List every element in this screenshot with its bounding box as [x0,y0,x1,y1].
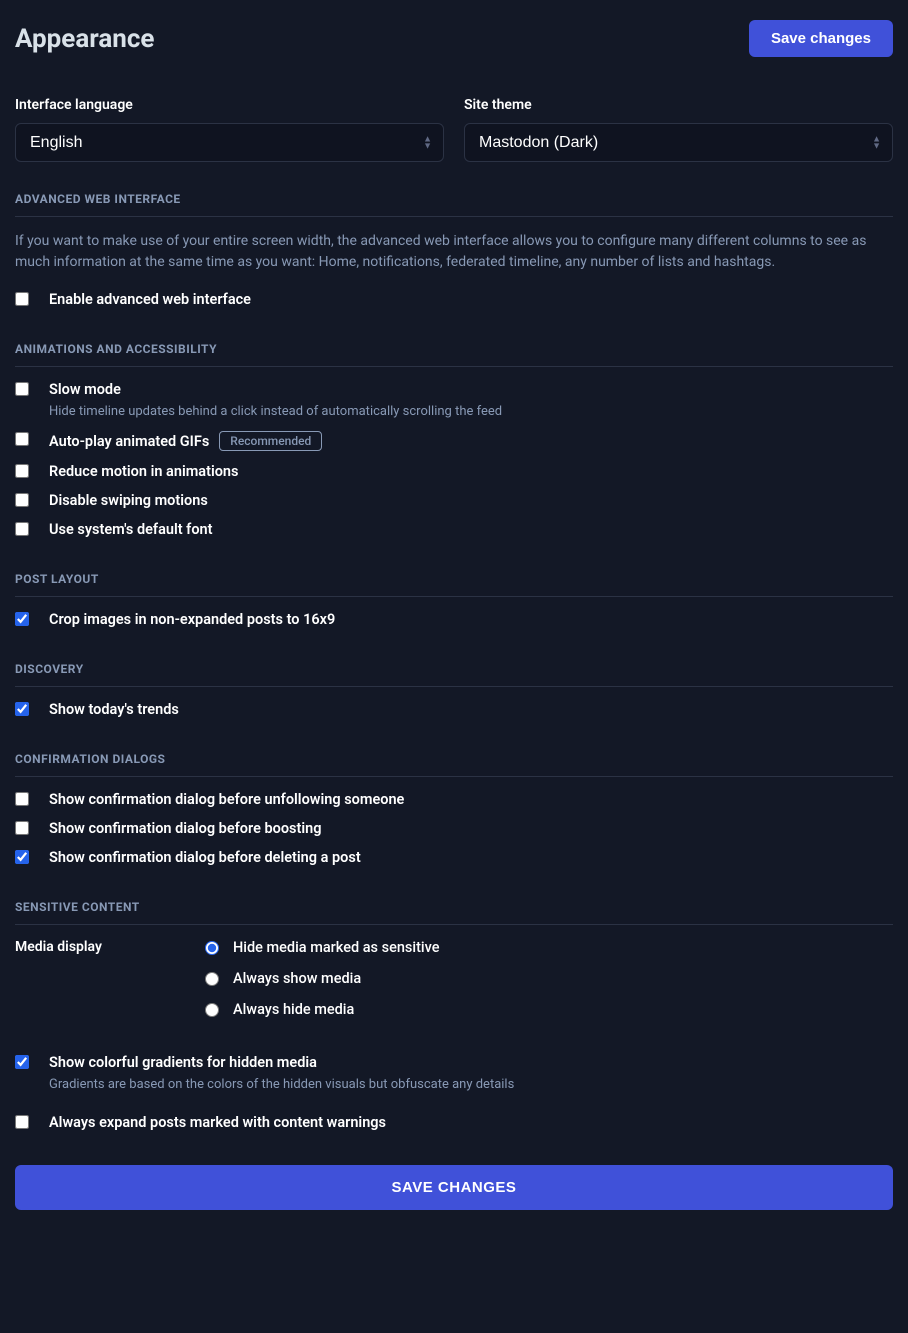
media-display-hide-radio[interactable] [205,941,219,955]
enable-advanced-checkbox[interactable] [15,292,29,306]
expand-cw-label: Always expand posts marked with content … [49,1114,386,1131]
auto-play-gifs-checkbox[interactable] [15,432,29,446]
confirm-unfollow-label: Show confirmation dialog before unfollow… [49,791,404,808]
slow-mode-label: Slow mode [49,381,121,398]
media-display-label: Media display [15,939,145,955]
media-display-hide-label[interactable]: Hide media marked as sensitive [233,939,439,956]
show-trends-label: Show today's trends [49,701,179,718]
confirm-delete-checkbox[interactable] [15,850,29,864]
crop-images-checkbox[interactable] [15,612,29,626]
page-title: Appearance [15,24,154,54]
colorful-gradients-hint: Gradients are based on the colors of the… [49,1077,893,1092]
media-display-hideall-label[interactable]: Always hide media [233,1001,354,1018]
disable-swipe-checkbox[interactable] [15,493,29,507]
section-header-advanced: ADVANCED WEB INTERFACE [15,192,893,217]
system-font-label: Use system's default font [49,521,213,538]
site-theme-select[interactable]: Mastodon (Dark) [464,123,893,162]
confirm-unfollow-checkbox[interactable] [15,792,29,806]
section-header-post-layout: POST LAYOUT [15,572,893,597]
site-theme-label: Site theme [464,97,893,113]
crop-images-label: Crop images in non-expanded posts to 16x… [49,611,335,628]
auto-play-gifs-label: Auto-play animated GIFs [49,433,209,450]
reduce-motion-label: Reduce motion in animations [49,463,239,480]
section-header-discovery: DISCOVERY [15,662,893,687]
section-header-animations: ANIMATIONS AND ACCESSIBILITY [15,342,893,367]
advanced-description: If you want to make use of your entire s… [15,231,893,273]
confirm-boost-checkbox[interactable] [15,821,29,835]
reduce-motion-checkbox[interactable] [15,464,29,478]
section-header-sensitive: SENSITIVE CONTENT [15,900,893,925]
enable-advanced-label: Enable advanced web interface [49,291,251,308]
colorful-gradients-checkbox[interactable] [15,1055,29,1069]
media-display-hideall-radio[interactable] [205,1003,219,1017]
system-font-checkbox[interactable] [15,522,29,536]
disable-swipe-label: Disable swiping motions [49,492,208,509]
interface-language-label: Interface language [15,97,444,113]
show-trends-checkbox[interactable] [15,702,29,716]
slow-mode-hint: Hide timeline updates behind a click ins… [49,404,893,419]
recommended-badge: Recommended [219,431,322,451]
colorful-gradients-label: Show colorful gradients for hidden media [49,1054,317,1071]
section-header-confirmation: CONFIRMATION DIALOGS [15,752,893,777]
save-changes-button-top[interactable]: Save changes [749,20,893,57]
media-display-show-label[interactable]: Always show media [233,970,361,987]
save-changes-button-bottom[interactable]: SAVE CHANGES [15,1165,893,1210]
confirm-boost-label: Show confirmation dialog before boosting [49,820,322,837]
media-display-show-radio[interactable] [205,972,219,986]
slow-mode-checkbox[interactable] [15,382,29,396]
confirm-delete-label: Show confirmation dialog before deleting… [49,849,361,866]
expand-cw-checkbox[interactable] [15,1115,29,1129]
interface-language-select[interactable]: English [15,123,444,162]
